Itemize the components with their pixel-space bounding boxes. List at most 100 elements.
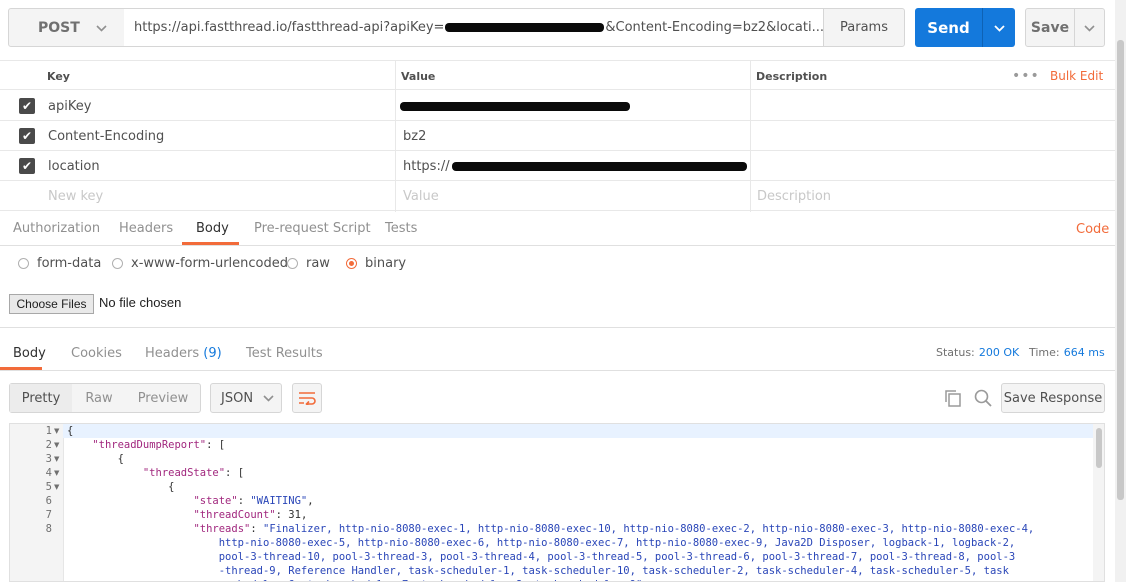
fold-arrow-icon[interactable]: ▼ <box>54 452 59 466</box>
method-select[interactable]: POST <box>8 8 125 47</box>
bulk-edit-link[interactable]: Bulk Edit <box>1050 61 1103 91</box>
choose-files-button[interactable]: Choose Files <box>9 294 94 314</box>
copy-icon[interactable] <box>944 389 962 407</box>
active-tab-indicator <box>182 242 239 245</box>
wrap-lines-icon[interactable] <box>292 383 322 413</box>
radio-label: form-data <box>37 256 102 271</box>
param-key[interactable]: location <box>48 151 100 181</box>
code-line: -scheduler-6, task-scheduler-7, task-sch… <box>67 578 643 581</box>
chevron-down-icon <box>96 20 107 36</box>
param-checkbox[interactable]: ✔ <box>19 158 35 174</box>
url-suffix: &Content-Encoding=bz2&locati... <box>605 20 824 35</box>
code-line: pool-3-thread-10, pool-3-thread-3, pool-… <box>67 551 1016 563</box>
request-tabs: Authorization Headers Body Pre-request S… <box>0 212 1115 246</box>
view-mode-segment: Pretty Raw Preview <box>9 383 201 413</box>
save-button[interactable]: Save <box>1025 8 1105 47</box>
fold-arrow-icon[interactable]: ▼ <box>54 466 59 480</box>
response-code-editor[interactable]: 1 2 3 4 5 6 7 8 ▼ ▼ ▼ ▼ ▼ { "threadDumpR… <box>9 423 1105 582</box>
code-line: http-nio-8080-exec-5, http-nio-8080-exec… <box>67 537 1016 549</box>
redaction-bar <box>445 23 605 32</box>
radio-form-data[interactable]: form-data <box>18 256 101 271</box>
radio-label: raw <box>306 256 330 271</box>
line-number: 4 <box>45 467 52 479</box>
new-description-input[interactable]: Description <box>757 181 831 211</box>
params-label: Params <box>840 20 888 35</box>
view-pretty-button[interactable]: Pretty <box>10 384 72 412</box>
send-dropdown-chevron-icon[interactable] <box>983 21 1015 35</box>
fold-arrow-icon[interactable]: ▼ <box>54 424 59 438</box>
param-value[interactable]: https:// <box>403 151 747 181</box>
status-readout: Status: 200 OK <box>936 345 1019 360</box>
param-value[interactable] <box>400 91 630 121</box>
param-checkbox[interactable]: ✔ <box>19 98 35 114</box>
code-line: { <box>67 481 175 493</box>
send-button[interactable]: Send <box>915 8 1015 47</box>
code-scrollbar-thumb[interactable] <box>1096 428 1102 468</box>
line-number: 7 <box>45 509 52 521</box>
status-value: 200 OK <box>978 346 1020 359</box>
table-row: ✔ location https:// <box>0 151 1115 181</box>
line-number: 2 <box>45 439 52 451</box>
radio-dot-selected <box>346 258 357 269</box>
new-key-input[interactable]: New key <box>48 181 103 211</box>
radio-raw[interactable]: raw <box>287 256 330 271</box>
tab-pre-request-script[interactable]: Pre-request Script <box>254 212 371 245</box>
tab-tests[interactable]: Tests <box>385 212 417 245</box>
param-value-text: https:// <box>403 158 450 174</box>
time-label: Time: <box>1029 346 1060 359</box>
line-number: 1 <box>45 425 52 437</box>
headers-count-badge: (9) <box>203 346 222 361</box>
code-line: "state": "WAITING", <box>193 495 314 507</box>
method-label: POST <box>38 19 80 36</box>
more-options-icon[interactable]: ••• <box>1012 61 1040 91</box>
response-tab-body[interactable]: Body <box>13 346 46 361</box>
format-label: JSON <box>221 390 254 406</box>
code-link[interactable]: Code <box>1076 213 1109 246</box>
table-row: ✔ apiKey <box>0 91 1115 121</box>
code-line: -thread-9, Reference Handler, task-sched… <box>67 565 1009 577</box>
time-readout: Time: 664 ms <box>1029 345 1105 360</box>
response-tab-headers[interactable]: Headers (9) <box>145 346 222 361</box>
line-number: 8 <box>45 523 52 535</box>
param-value[interactable]: bz2 <box>403 121 426 151</box>
table-row: ✔ Content-Encoding bz2 <box>0 121 1115 151</box>
header-description: Description <box>756 69 828 83</box>
header-key: Key <box>47 69 70 83</box>
param-key[interactable]: Content-Encoding <box>48 121 164 151</box>
new-value-input[interactable]: Value <box>403 181 439 211</box>
fold-arrow-icon[interactable]: ▼ <box>54 480 59 494</box>
radio-label: binary <box>365 256 407 271</box>
tab-body[interactable]: Body <box>196 212 229 245</box>
code-line: { <box>67 425 74 437</box>
radio-binary[interactable]: binary <box>346 256 406 271</box>
time-value: 664 ms <box>1063 346 1105 359</box>
section-divider <box>0 327 1115 328</box>
line-number: 5 <box>45 481 52 493</box>
param-key[interactable]: apiKey <box>48 91 91 121</box>
view-preview-button[interactable]: Preview <box>126 384 200 412</box>
param-checkbox[interactable]: ✔ <box>19 128 35 144</box>
fold-arrow-icon[interactable]: ▼ <box>54 438 59 452</box>
response-tab-cookies[interactable]: Cookies <box>71 346 122 361</box>
redaction-bar <box>400 101 630 111</box>
radio-label: x-www-form-urlencoded <box>131 256 289 271</box>
code-line: "threadDumpReport": [ <box>92 439 226 451</box>
search-icon[interactable] <box>974 389 992 407</box>
save-response-button[interactable]: Save Response <box>1001 383 1105 413</box>
url-input[interactable]: https://api.fastthread.io/fastthread-api… <box>124 8 824 47</box>
view-raw-button[interactable]: Raw <box>72 384 126 412</box>
radio-x-www-form-urlencoded[interactable]: x-www-form-urlencoded <box>112 256 288 271</box>
save-dropdown-chevron-icon[interactable] <box>1075 21 1104 35</box>
format-select[interactable]: JSON <box>210 383 282 413</box>
tab-authorization[interactable]: Authorization <box>13 212 100 245</box>
tab-headers[interactable]: Headers <box>119 212 173 245</box>
response-tab-test-results[interactable]: Test Results <box>246 346 323 361</box>
response-tabs-divider <box>0 370 1115 371</box>
new-param-row: New key Value Description <box>0 181 1115 211</box>
redaction-bar <box>451 161 747 171</box>
radio-dot <box>287 258 298 269</box>
params-button[interactable]: Params <box>823 8 905 47</box>
page-scrollbar-thumb[interactable] <box>1117 40 1124 500</box>
column-divider <box>395 60 396 212</box>
radio-dot <box>18 258 29 269</box>
